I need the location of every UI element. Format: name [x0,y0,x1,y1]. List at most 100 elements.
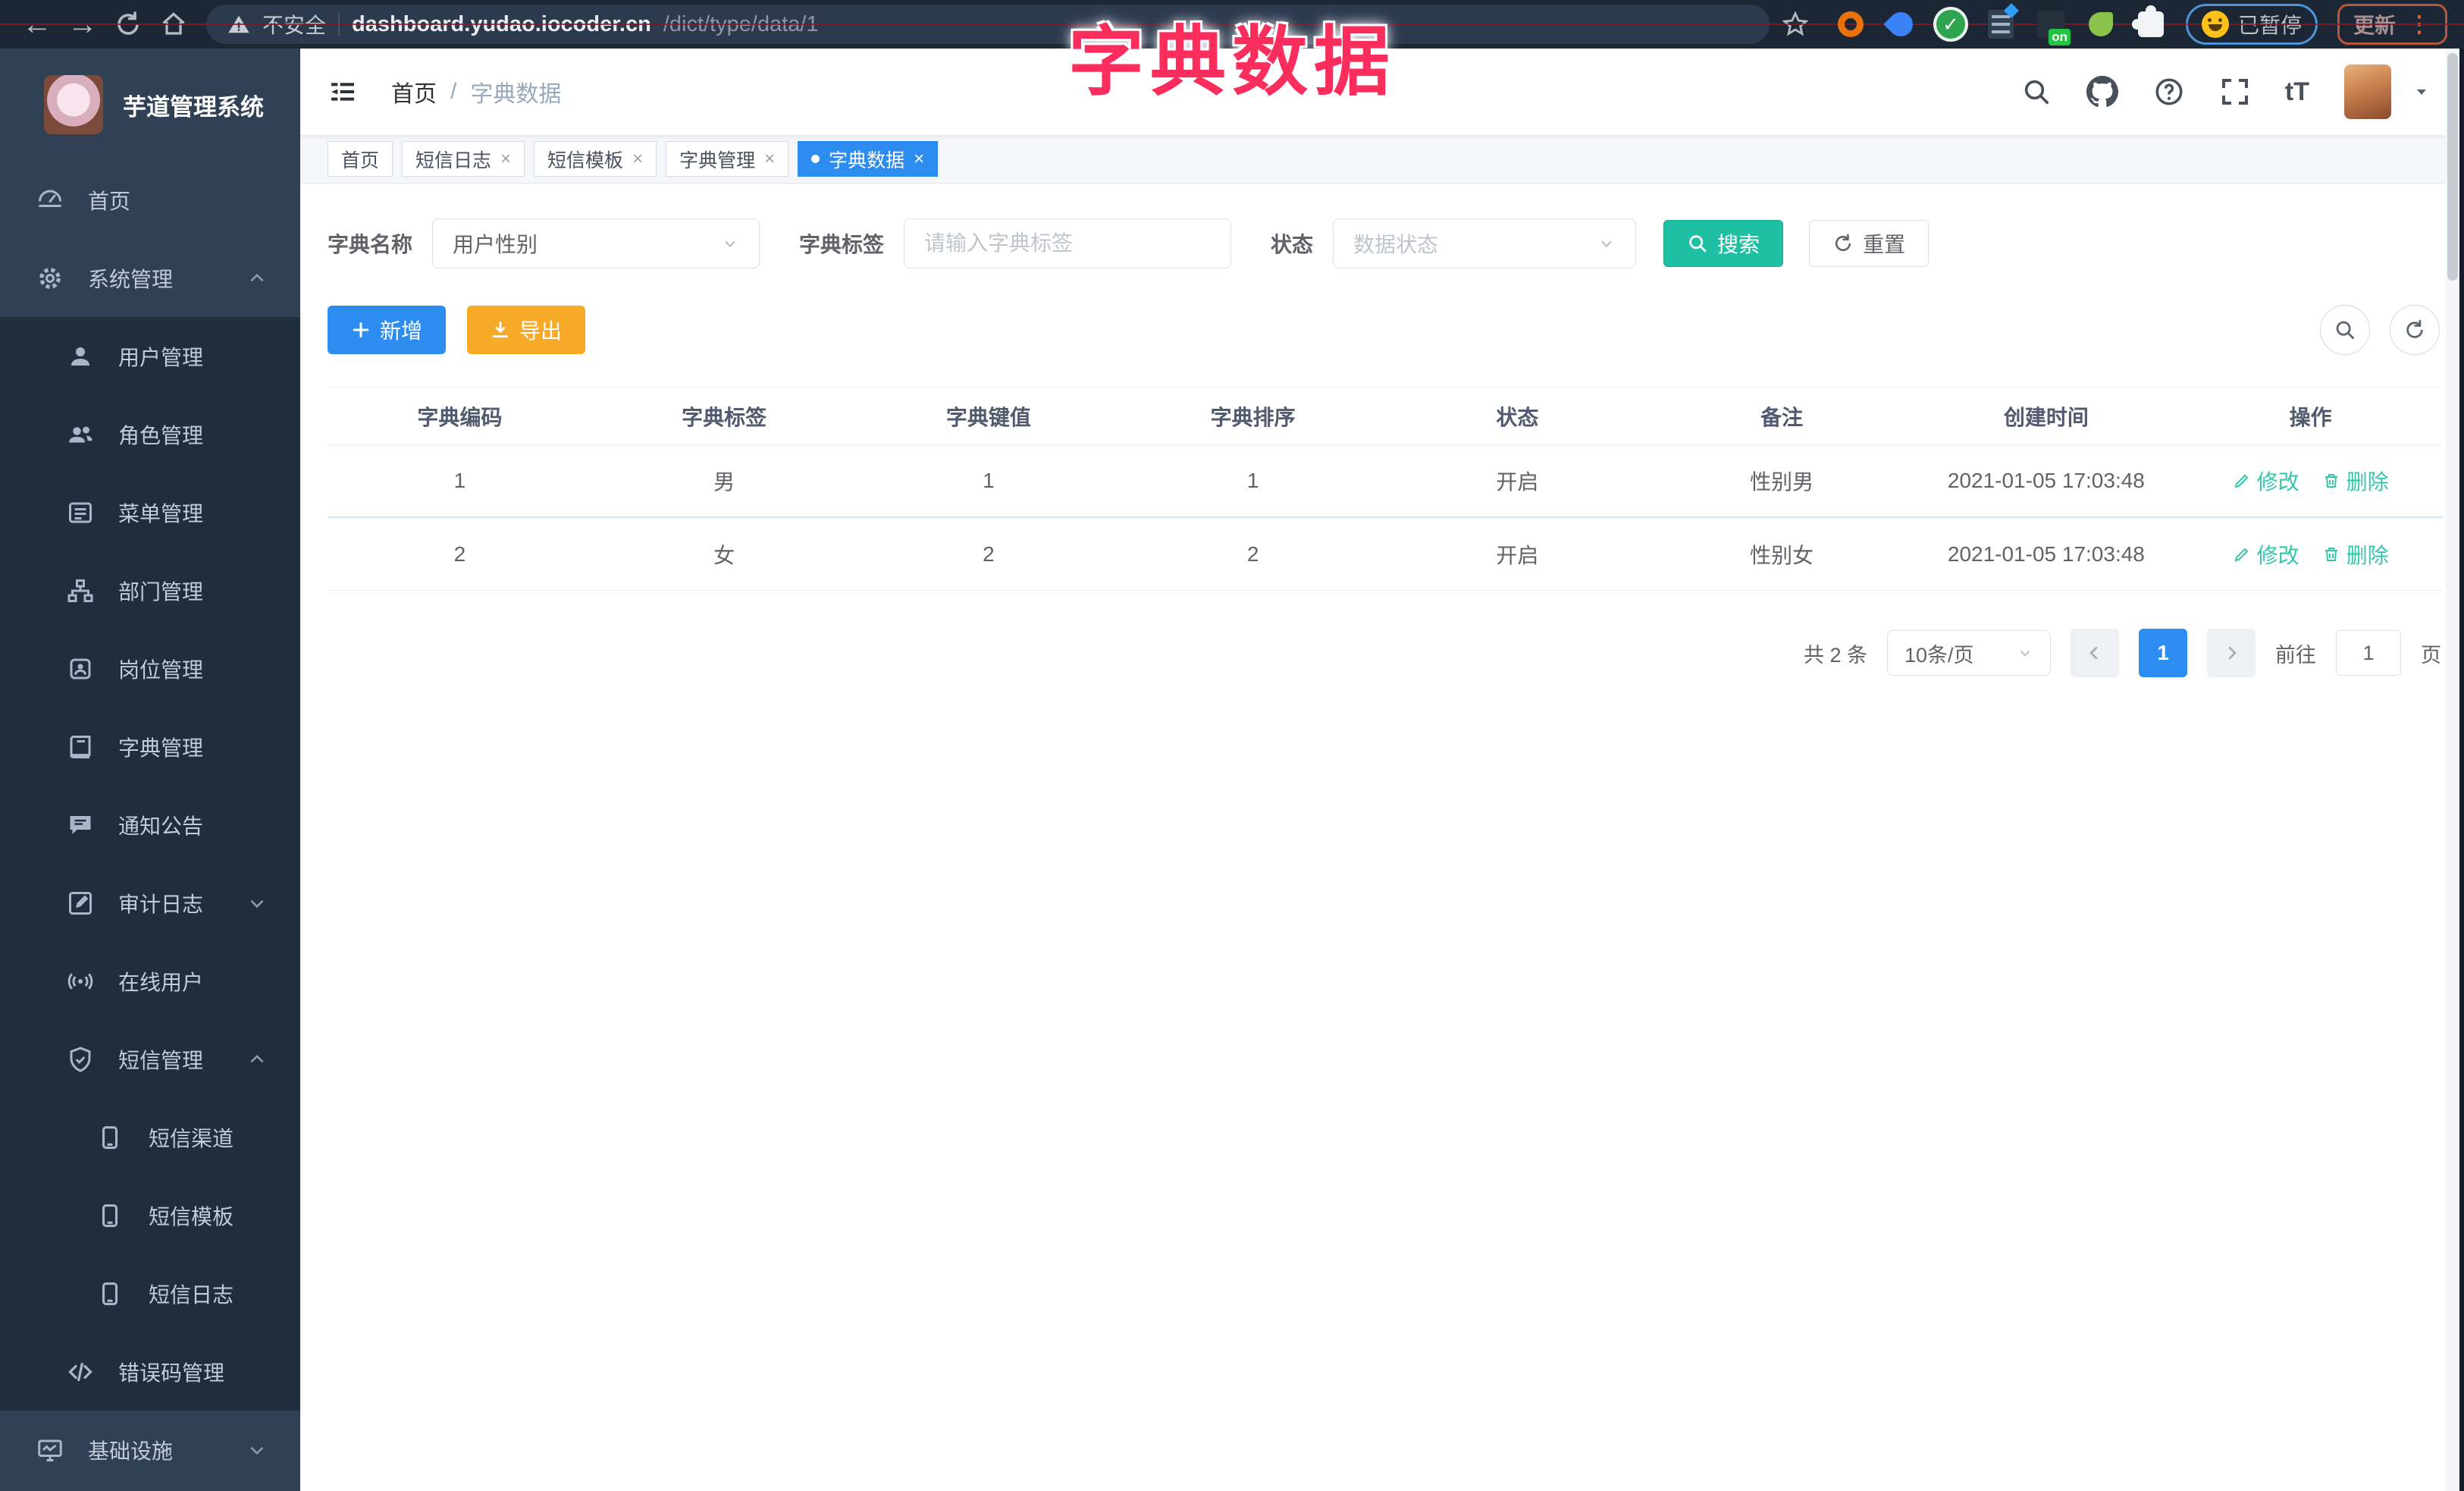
breadcrumb-home[interactable]: 首页 [391,75,437,108]
reset-button[interactable]: 重置 [1809,220,1930,267]
prev-page-button[interactable] [2071,629,2119,677]
cell-status: 开启 [1496,470,1539,494]
font-size-icon[interactable]: tT [2285,77,2309,107]
sidebar-item-sms-mgmt[interactable]: 短信管理 [0,1020,300,1098]
address-bar[interactable]: 不安全 dashboard.yudao.iocoder.cn /dict/typ… [206,5,1770,44]
sidebar-item-audit-log[interactable]: 审计日志 [0,864,300,942]
browser-reload-icon[interactable] [108,4,149,45]
sidebar-item-online-users[interactable]: 在线用户 [0,942,300,1020]
sidebar-item-dept-mgmt[interactable]: 部门管理 [0,551,300,629]
extensions-puzzle-icon[interactable] [2131,5,2166,39]
sidebar-item-post-mgmt[interactable]: 岗位管理 [0,629,300,708]
extension-blue-drop-icon[interactable] [1883,7,1918,42]
dict-name-select[interactable]: 用户性别 [432,218,760,268]
dict-name-label: 字典名称 [328,233,413,256]
sidebar-item-infrastructure[interactable]: 基础设施 [0,1411,300,1489]
breadcrumb: 首页 / 字典数据 [391,75,561,108]
edit-link[interactable]: 修改 [2233,539,2299,570]
cell-created: 2021-01-05 17:03:48 [1947,469,2145,492]
refresh-icon [2406,319,2423,338]
sidebar-item-label: 通知公告 [118,814,204,838]
phone-icon [97,1125,126,1150]
export-button[interactable]: 导出 [467,306,586,354]
sidebar-item-sms-channel[interactable]: 短信渠道 [0,1098,300,1176]
export-button-label: 导出 [519,319,563,343]
tab-dict-data-active[interactable]: 字典数据 × [798,141,939,177]
delete-link[interactable]: 删除 [2322,466,2389,496]
sidebar-submenu-system: 用户管理 角色管理 菜单管理 部门管理 岗位管理 字典管理 通知公告 审计日志 … [0,317,300,1411]
tab-home[interactable]: 首页 [328,141,393,177]
avatar-caret-down-icon[interactable] [2412,83,2431,101]
status-select[interactable]: 数据状态 [1333,218,1637,268]
dict-tag-label: 字典标签 [799,233,885,256]
search-button[interactable]: 搜索 [1663,220,1784,267]
close-icon[interactable]: × [500,149,511,170]
sidebar-item-role-mgmt[interactable]: 角色管理 [0,395,300,473]
toggle-search-button[interactable] [2320,305,2370,355]
extension-green-check-icon[interactable]: ✓ [1936,9,1966,39]
github-icon[interactable] [2086,76,2118,108]
tab-dict-mgmt[interactable]: 字典管理 × [666,141,789,177]
dict-tag-input-wrap [904,218,1232,268]
goto-page-input[interactable] [2336,630,2401,676]
extension-orange-icon[interactable] [1835,9,1866,39]
sidebar-item-sms-template[interactable]: 短信模板 [0,1176,300,1254]
extension-list-icon[interactable] [1986,3,2019,39]
sidebar-item-error-code[interactable]: 错误码管理 [0,1332,300,1411]
bookmark-star-icon[interactable] [1775,4,1816,45]
user-avatar[interactable] [2344,64,2391,119]
close-icon[interactable]: × [914,149,924,170]
page-size-select[interactable]: 10条/页 [1887,630,2051,676]
sidebar-item-system[interactable]: 系统管理 [0,239,300,317]
add-button[interactable]: 新增 [328,306,447,354]
next-page-button[interactable] [2207,629,2256,677]
pagination-total: 共 2 条 [1803,643,1867,667]
scrollbar-thumb[interactable] [2447,53,2458,281]
tab-sms-template[interactable]: 短信模板 × [534,141,657,177]
close-icon[interactable]: × [764,149,775,170]
chevron-up-icon [247,1050,267,1069]
browser-home-icon[interactable] [153,4,194,45]
extension-on-badge-icon[interactable]: on [2036,9,2071,46]
fullscreen-icon[interactable] [2220,77,2250,107]
sidebar-item-label: 短信模板 [149,1204,234,1229]
browser-back-icon[interactable]: ← [17,4,58,45]
sidebar-item-notice[interactable]: 通知公告 [0,786,300,864]
sidebar-item-sms-log[interactable]: 短信日志 [0,1254,300,1332]
tab-sms-log[interactable]: 短信日志 × [402,141,525,177]
sidebar-item-home[interactable]: 首页 [0,161,300,239]
browser-menu-dots-icon[interactable]: ⋮ [2408,11,2431,38]
header-search-icon[interactable] [2021,77,2052,107]
sidebar-item-label: 用户管理 [118,345,204,369]
edit-link[interactable]: 修改 [2233,466,2299,496]
gear-icon [36,265,65,292]
dict-tag-input[interactable] [924,231,1212,256]
extension-green-leaf-icon[interactable] [2086,9,2116,39]
url-host: dashboard.yudao.iocoder.cn [352,11,651,36]
browser-scrollbar[interactable] [2446,49,2459,1491]
plus-icon [353,322,369,338]
help-question-icon[interactable] [2153,76,2185,108]
app-logo-row[interactable]: 芋道管理系统 [0,49,300,161]
sidebar-item-menu-mgmt[interactable]: 菜单管理 [0,473,300,551]
close-icon[interactable]: × [632,149,643,170]
cell-dict-value: 2 [983,541,995,566]
sidebar-item-dict-mgmt[interactable]: 字典管理 [0,708,300,786]
sidebar-fold-icon[interactable] [328,77,358,107]
main-area: 首页 / 字典数据 tT 首页 短信日志 × 短信模板 × 字典管理 × 字典数… [300,49,2464,1491]
browser-forward-icon[interactable]: → [62,4,103,45]
col-created: 创建时间 [2003,405,2089,429]
delete-link[interactable]: 删除 [2322,539,2389,570]
cell-dict-code: 1 [453,469,466,492]
breadcrumb-current: 字典数据 [470,82,562,107]
profile-paused-chip[interactable]: 已暂停 [2185,4,2318,45]
sidebar-item-user-mgmt[interactable]: 用户管理 [0,317,300,395]
chevron-down-icon [247,1440,267,1460]
cell-status: 开启 [1496,543,1539,567]
refresh-table-button[interactable] [2390,305,2440,355]
breadcrumb-separator: / [450,79,457,104]
page-unit-label: 页 [2421,643,2441,667]
browser-update-button[interactable]: 更新 ⋮ [2337,4,2447,45]
sidebar-item-label: 部门管理 [118,579,204,604]
page-1-button[interactable]: 1 [2139,629,2187,677]
